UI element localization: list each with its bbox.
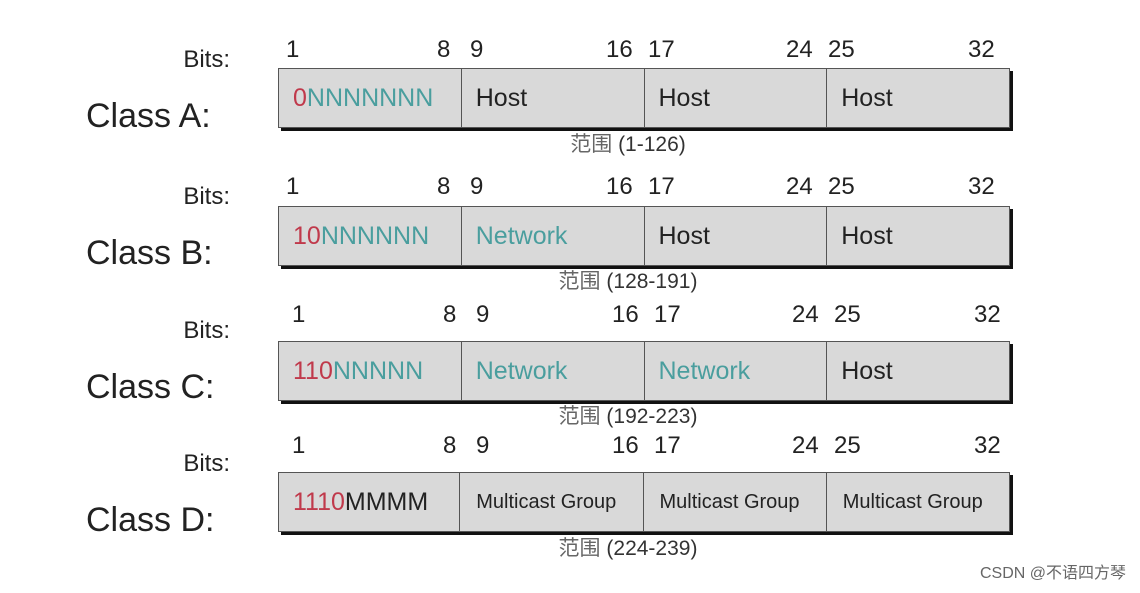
bit-number: 17 [654, 432, 681, 459]
prefix-cell: 110 NNNNN [279, 342, 462, 400]
bit-number: 25 [828, 36, 855, 63]
bit-number: 1 [292, 301, 306, 328]
host-cell: Host [462, 69, 645, 127]
bit-number: 1 [292, 432, 306, 459]
host-cell: Host [841, 221, 893, 250]
prefix-rest-bits: NNNNNN [320, 221, 430, 250]
bit-number: 16 [606, 173, 633, 200]
range-value: (192-223) [606, 405, 698, 428]
range-label: 范围 (1-126) [478, 128, 778, 158]
watermark: CSDN @不语四方琴 [979, 565, 1126, 582]
bit-number: 8 [443, 301, 457, 328]
range-prefix: 范围 [558, 269, 601, 293]
range-prefix: 范围 [558, 404, 601, 428]
prefix-rest-bits: MMMM [344, 487, 429, 516]
prefix-rest-bits: NNNNN [332, 356, 424, 385]
class-prefix-bits: 10 [293, 221, 321, 250]
class-label: Class B: [86, 234, 213, 272]
prefix-cell: 10 NNNNNN [279, 207, 462, 265]
bit-number: 8 [437, 36, 451, 63]
bit-number: 16 [612, 432, 639, 459]
bit-number: 9 [470, 36, 484, 63]
class-label: Class C: [86, 368, 215, 406]
prefix-cell: 1110 MMMM [279, 473, 461, 531]
bit-number: 9 [476, 301, 490, 328]
address-box: 10 NNNNNN Network Host Host [278, 206, 1010, 266]
range-prefix: 范围 [558, 536, 601, 560]
class-prefix-bits: 0 [293, 83, 307, 112]
host-cell: Multicast Group [842, 490, 983, 513]
bit-number: 1 [286, 36, 300, 63]
bit-number: 9 [470, 173, 484, 200]
range-value: (224-239) [606, 537, 698, 560]
range-label: 范围 (128-191) [478, 265, 778, 295]
bit-number: 32 [968, 173, 995, 200]
bit-number: 24 [792, 432, 819, 459]
network-cell: Network [462, 207, 645, 265]
address-box: 1110 MMMM Multicast Group Multicast Group Mu… [278, 472, 1010, 532]
bit-number: 17 [648, 173, 675, 200]
range-value: (1-126) [618, 133, 686, 156]
class-label: Class A: [86, 97, 211, 135]
range-value: (128-191) [606, 270, 698, 293]
bit-number: 1 [286, 173, 300, 200]
bit-number: 9 [476, 432, 490, 459]
network-cell: Network [645, 342, 828, 400]
host-cell: Host [841, 356, 893, 385]
bit-number: 32 [974, 301, 1001, 328]
bits-label: Bits: [183, 46, 230, 73]
ip-class-diagram: CSDN @不语四方琴 Bits: 1 8 9 16 17 24 25 32 Class A: 0 NN… [0, 0, 1140, 593]
range-label: 范围 (224-239) [478, 532, 778, 562]
class-prefix-bits: 1110 [293, 487, 345, 516]
bit-number: 24 [792, 301, 819, 328]
class-prefix-bits: 110 [293, 356, 333, 385]
bit-number: 16 [606, 36, 633, 63]
bit-number: 24 [786, 173, 813, 200]
bits-label: Bits: [183, 317, 230, 344]
host-cell: Multicast Group [460, 473, 644, 531]
bit-number: 24 [786, 36, 813, 63]
host-cell: Host [841, 83, 893, 112]
prefix-rest-bits: NNNNNNN [306, 83, 434, 112]
bits-label: Bits: [183, 183, 230, 210]
host-cell: Host [645, 207, 828, 265]
bit-number: 32 [968, 36, 995, 63]
bit-number: 8 [437, 173, 451, 200]
address-box: 110 NNNNN Network Network Host [278, 341, 1010, 401]
network-cell: Network [462, 342, 645, 400]
address-box: 0 NNNNNNN Host Host Host [278, 68, 1010, 128]
range-label: 范围 (192-223) [478, 400, 778, 430]
bit-number: 17 [648, 36, 675, 63]
prefix-cell: 0 NNNNNNN [279, 69, 462, 127]
bit-number: 32 [974, 432, 1001, 459]
bit-number: 25 [828, 173, 855, 200]
bits-label: Bits: [183, 450, 230, 477]
bit-number: 17 [654, 301, 681, 328]
host-cell: Multicast Group [644, 473, 827, 531]
class-label: Class D: [86, 501, 215, 539]
range-prefix: 范围 [570, 132, 613, 156]
bit-number: 8 [443, 432, 457, 459]
bit-number: 25 [834, 432, 861, 459]
bit-number: 25 [834, 301, 861, 328]
host-cell: Host [645, 69, 828, 127]
bit-number: 16 [612, 301, 639, 328]
